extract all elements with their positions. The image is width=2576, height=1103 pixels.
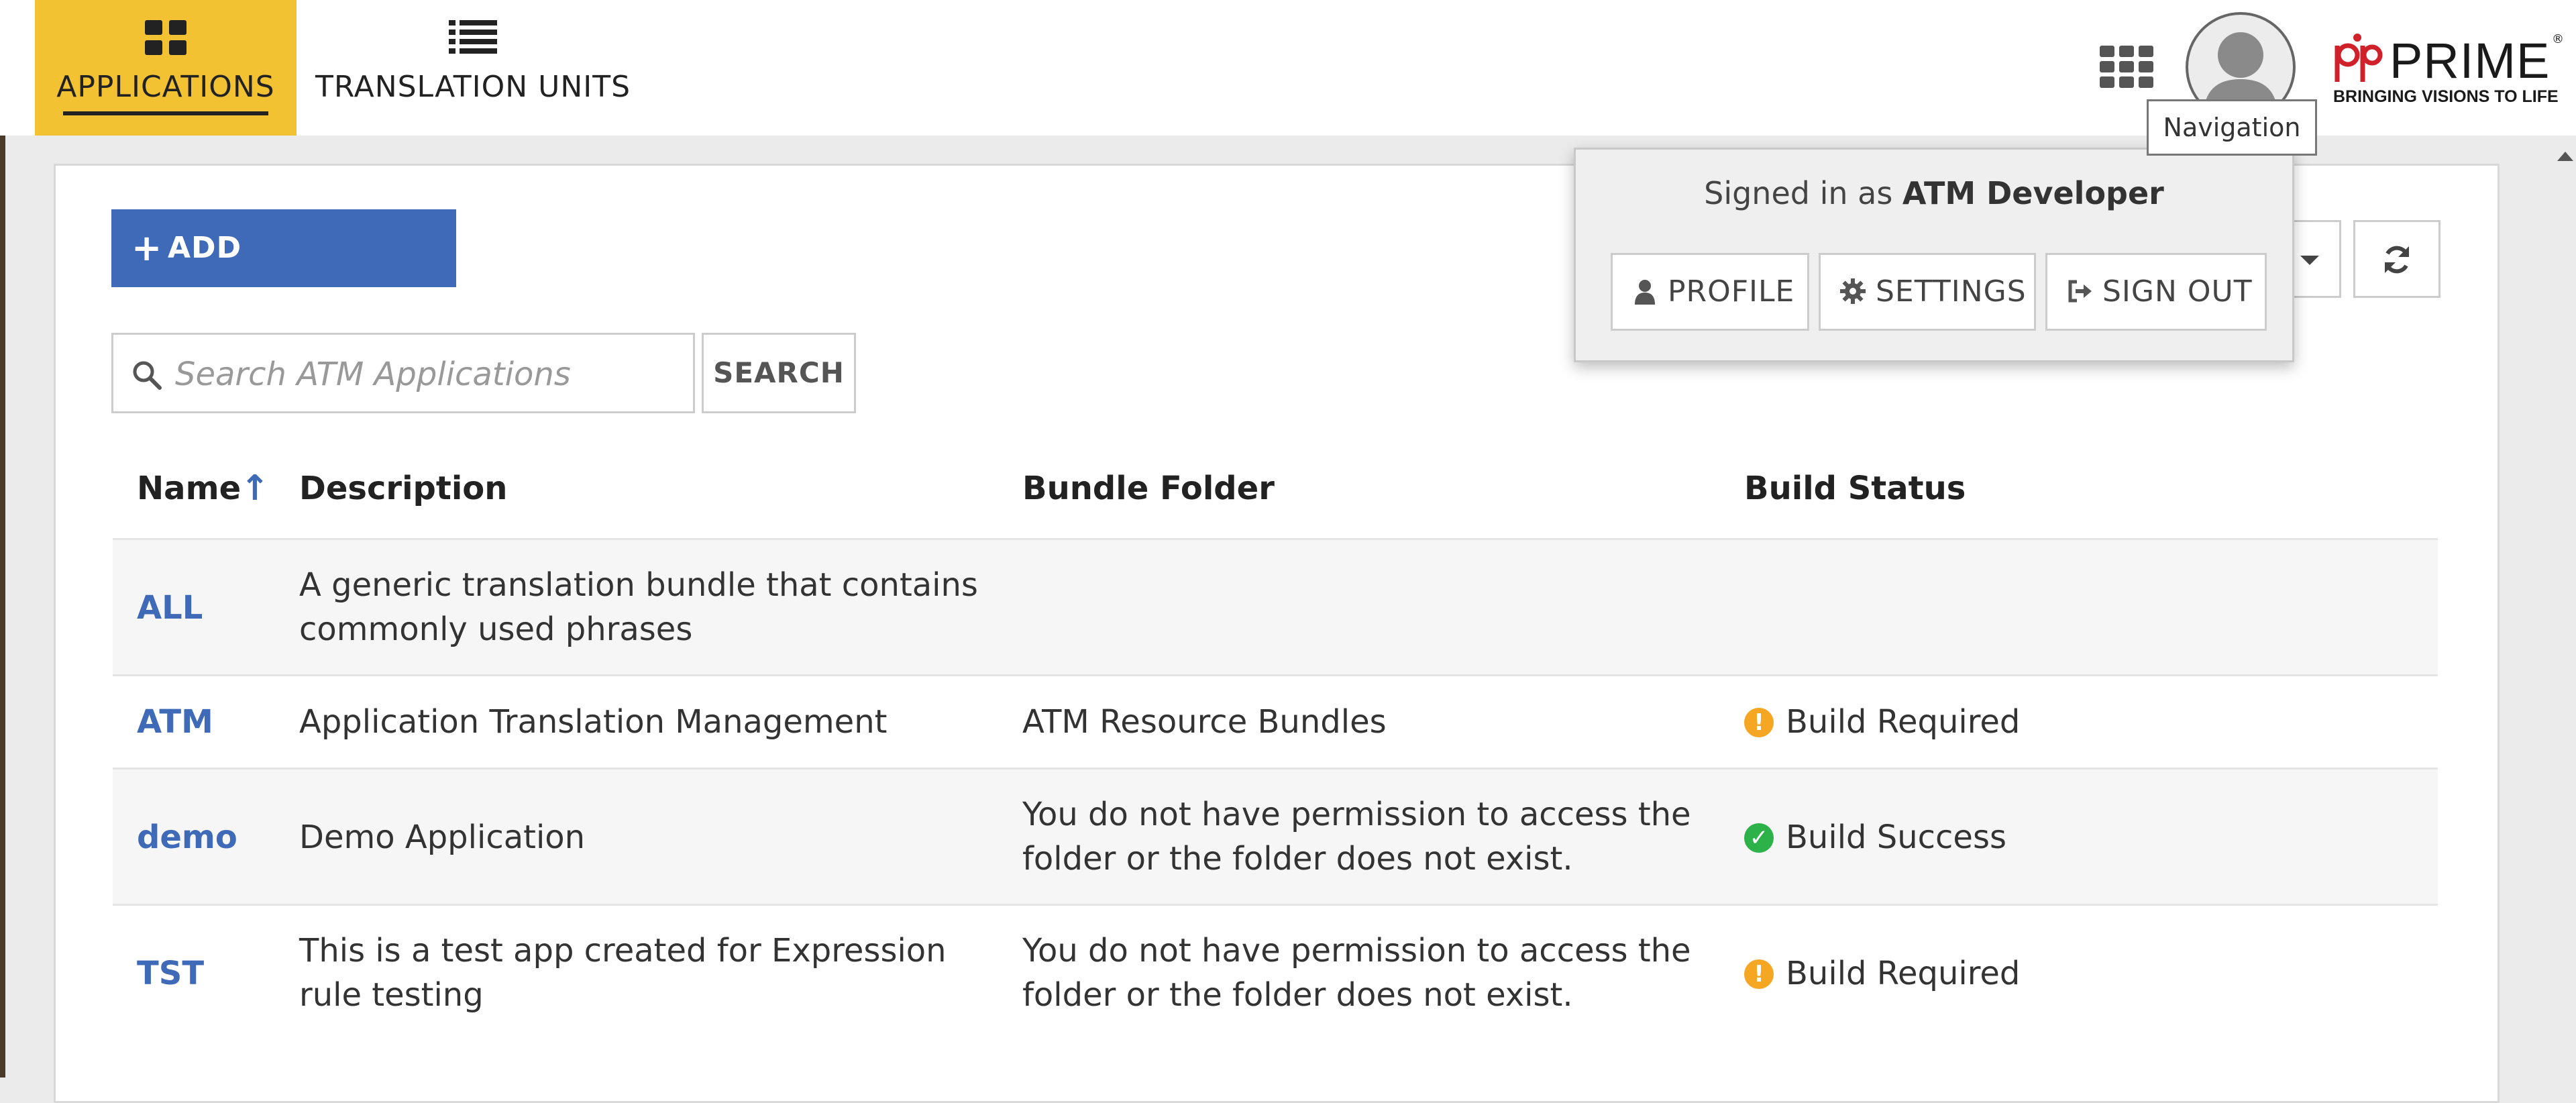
gear-icon [1840, 278, 1866, 304]
logo-wordmark: PRIME [2390, 33, 2551, 89]
refresh-button[interactable] [2353, 220, 2440, 298]
build-status-text: Build Required [1786, 955, 2021, 992]
column-header-description: Description [299, 470, 508, 507]
app-name-link[interactable]: demo [137, 815, 237, 859]
search-button[interactable]: SEARCH [702, 333, 856, 413]
signed-in-text: Signed in as ATM Developer [1576, 175, 2292, 211]
table-row: ATM Application Translation Management A… [113, 676, 2438, 768]
grid-icon [35, 17, 297, 58]
logo-tagline: BRINGING VISIONS TO LIFE [2333, 87, 2559, 106]
app-name-link[interactable]: TST [137, 951, 204, 996]
table-row: demo Demo Application You do not have pe… [113, 770, 2438, 904]
check-circle-icon: ✓ [1744, 823, 1774, 853]
scrollbar-up-arrow-icon[interactable] [2557, 152, 2573, 161]
table-row: ALL A generic translation bundle that co… [113, 540, 2438, 674]
build-status-text: Build Required [1786, 703, 2021, 741]
signed-in-user: ATM Developer [1902, 175, 2164, 211]
profile-label: PROFILE [1668, 274, 1795, 309]
app-description: Application Translation Management [299, 703, 888, 741]
plus-icon: + [131, 227, 163, 269]
search-input[interactable] [174, 348, 686, 401]
app-bundle-folder: You do not have permission to access the… [1022, 932, 1691, 1014]
app-bundle-folder: You do not have permission to access the… [1022, 796, 1691, 878]
refresh-icon [2385, 246, 2409, 274]
app-name-link[interactable]: ATM [137, 700, 213, 744]
settings-button[interactable]: SETTINGS [1819, 253, 2036, 331]
warning-icon: ! [1744, 959, 1774, 989]
app-build-status: ! Build Required [1744, 700, 2020, 744]
column-header-bundle-folder: Bundle Folder [1022, 470, 1275, 507]
app-build-status: ✓ Build Success [1744, 815, 2006, 859]
column-header-name[interactable]: Name [137, 470, 241, 507]
user-menu-popover: Signed in as ATM Developer PROFILE SETTI… [1574, 148, 2294, 362]
column-header-build-status: Build Status [1744, 470, 1966, 507]
sign-out-icon [2068, 280, 2092, 303]
apps-grid-icon[interactable] [2100, 46, 2153, 89]
app-build-status: ! Build Required [1744, 951, 2020, 996]
tab-applications[interactable]: APPLICATIONS [35, 0, 297, 136]
table-row: TST This is a test app created for Expre… [113, 906, 2438, 1040]
sort-ascending-icon[interactable]: ↑ [240, 468, 270, 509]
caret-down-icon [2300, 256, 2319, 265]
tab-applications-label: APPLICATIONS [56, 70, 275, 104]
app-description: A generic translation bundle that contai… [299, 566, 978, 648]
settings-label: SETTINGS [1876, 274, 2027, 309]
sign-out-button[interactable]: SIGN OUT [2045, 253, 2267, 331]
logo-registered-mark: ® [2552, 32, 2564, 46]
app-description: This is a test app created for Expressio… [299, 932, 947, 1014]
navigation-tooltip: Navigation [2147, 99, 2317, 156]
window-left-border [0, 0, 5, 1078]
tab-translation-units-label: TRANSLATION UNITS [315, 70, 631, 104]
signed-in-prefix: Signed in as [1704, 175, 1893, 211]
app-name-link[interactable]: ALL [137, 586, 203, 630]
active-tab-indicator [63, 111, 268, 115]
app-description: Demo Application [299, 819, 586, 856]
add-application-button[interactable]: + ADD APPLICATION [111, 209, 456, 343]
search-icon [133, 361, 162, 390]
search-field [111, 333, 695, 413]
build-status-text: Build Success [1786, 819, 2006, 856]
warning-icon: ! [1744, 708, 1774, 737]
app-bundle-folder: ATM Resource Bundles [1022, 703, 1387, 741]
user-icon [1635, 280, 1655, 305]
tab-translation-units[interactable]: TRANSLATION UNITS [309, 0, 637, 136]
prime-logo: PRIME ® BRINGING VISIONS TO LIFE [2330, 32, 2564, 113]
sign-out-label: SIGN OUT [2102, 274, 2253, 309]
profile-button[interactable]: PROFILE [1611, 253, 1809, 331]
list-icon [309, 17, 637, 58]
